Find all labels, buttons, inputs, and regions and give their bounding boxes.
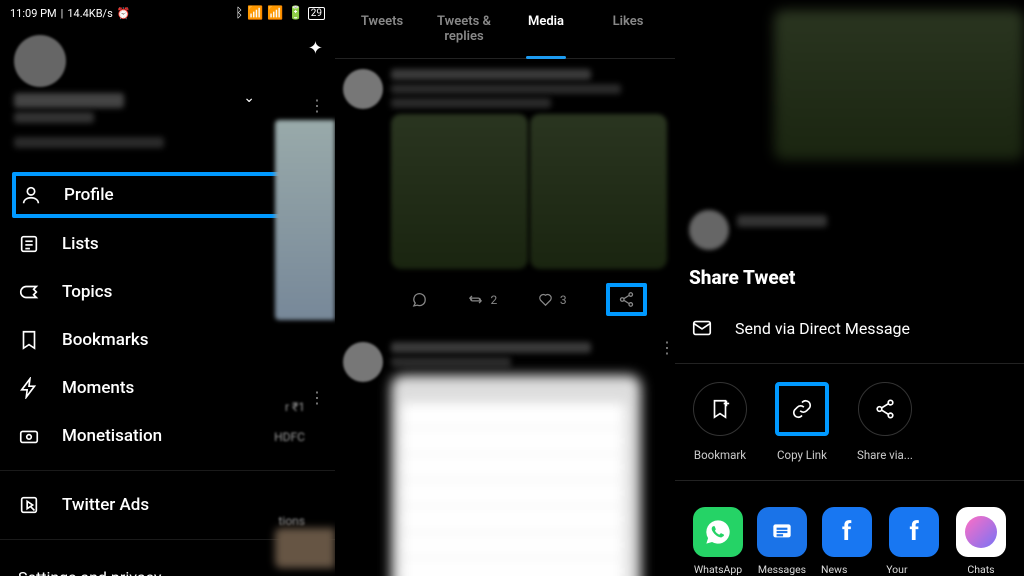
wifi-icon: 📶 xyxy=(267,6,283,21)
bg-tions: tions xyxy=(278,514,305,528)
tweet-avatar[interactable] xyxy=(343,69,383,109)
bookmark-button[interactable]: Bookmark xyxy=(693,382,747,462)
background-image xyxy=(275,120,335,320)
sparkle-icon[interactable]: ✦ xyxy=(308,38,323,59)
menu-label: Topics xyxy=(62,282,112,302)
avatar[interactable] xyxy=(14,35,66,87)
share-button[interactable] xyxy=(606,283,647,316)
signal-icon: 📶 xyxy=(247,6,263,21)
menu-label: Profile xyxy=(64,185,114,205)
menu-label: Lists xyxy=(62,234,99,254)
facebook-icon: f xyxy=(889,507,939,557)
mail-icon xyxy=(691,317,713,339)
follow-stats xyxy=(14,137,164,148)
ads-icon xyxy=(18,494,40,516)
dm-label: Send via Direct Message xyxy=(735,319,910,338)
monetisation-icon xyxy=(18,425,40,447)
status-time: 11:09 PM xyxy=(10,7,57,20)
reply-button[interactable] xyxy=(411,291,428,308)
opt-label: Copy Link xyxy=(777,448,827,462)
more-icon[interactable]: ⋮ xyxy=(659,338,675,357)
app-groups[interactable]: f Your groups xyxy=(886,507,942,576)
link-icon xyxy=(791,398,813,420)
share-icon xyxy=(874,398,896,420)
tweet-text xyxy=(391,84,621,94)
bg-name xyxy=(737,215,827,227)
divider xyxy=(0,470,335,471)
retweet-button[interactable]: 2 xyxy=(467,291,497,308)
app-label: News Feed xyxy=(821,563,872,576)
app-label: Messages xyxy=(758,563,806,576)
copy-link-button[interactable]: Copy Link xyxy=(775,382,829,462)
tab-media[interactable]: Media xyxy=(505,0,587,58)
opt-label: Share via... xyxy=(857,448,913,462)
like-count: 3 xyxy=(560,293,567,307)
whatsapp-icon xyxy=(693,507,743,557)
app-chats[interactable]: Chats xyxy=(956,507,1006,576)
send-dm-button[interactable]: Send via Direct Message xyxy=(689,307,1010,349)
app-newsfeed[interactable]: f News Feed xyxy=(821,507,872,576)
tab-tweets[interactable]: Tweets xyxy=(341,0,423,58)
tweet-media[interactable] xyxy=(391,375,641,576)
menu-label: Moments xyxy=(62,378,134,398)
bg-card xyxy=(275,528,335,568)
bookmarks-icon xyxy=(18,329,40,351)
tweet-text xyxy=(391,357,511,367)
tab-replies[interactable]: Tweets & replies xyxy=(423,0,505,58)
menu-label: Monetisation xyxy=(62,426,162,446)
more-icon[interactable]: ⋮ xyxy=(309,388,325,407)
opt-label: Bookmark xyxy=(694,448,746,462)
app-label: Chats xyxy=(967,563,994,576)
tweet-media[interactable] xyxy=(530,114,667,269)
tweet-header xyxy=(391,69,591,80)
display-name xyxy=(14,93,124,108)
app-label: WhatsApp xyxy=(694,563,742,576)
app-whatsapp[interactable]: WhatsApp xyxy=(693,507,743,576)
tweet[interactable]: ⋮ xyxy=(335,332,675,576)
topics-icon xyxy=(18,281,40,303)
chevron-down-icon[interactable]: ⌄ xyxy=(243,90,255,106)
tab-likes[interactable]: Likes xyxy=(587,0,669,58)
tweet-header xyxy=(391,342,591,353)
tweet-avatar[interactable] xyxy=(343,342,383,382)
divider xyxy=(675,480,1024,481)
bg-price: r ₹1 xyxy=(285,400,305,414)
more-icon[interactable]: ⋮ xyxy=(309,96,325,115)
like-button[interactable]: 3 xyxy=(537,291,567,308)
bluetooth-icon: ᛒ xyxy=(235,6,243,21)
bg-bank: HDFC xyxy=(274,430,305,444)
messages-icon xyxy=(757,507,807,557)
profile-tabs: Tweets Tweets & replies Media Likes xyxy=(335,0,675,59)
lists-icon xyxy=(18,233,40,255)
tweet-media[interactable] xyxy=(391,114,528,269)
bg-media xyxy=(774,10,1024,160)
battery-pct: 29 xyxy=(308,7,325,20)
bookmark-add-icon xyxy=(709,398,731,420)
profile-icon xyxy=(20,184,42,206)
messenger-icon xyxy=(956,507,1006,557)
tweet-text xyxy=(391,98,551,108)
menu-label: Twitter Ads xyxy=(62,495,149,515)
alarm-icon: ⏰ xyxy=(117,7,131,20)
handle xyxy=(14,112,94,123)
share-sheet: Share Tweet Send via Direct Message Book… xyxy=(675,250,1024,576)
share-via-button[interactable]: Share via... xyxy=(857,382,913,462)
battery-icon: 🔋 xyxy=(288,6,304,21)
app-messages[interactable]: Messages xyxy=(757,507,807,576)
share-title: Share Tweet xyxy=(689,266,1010,289)
facebook-icon: f xyxy=(822,507,872,557)
menu-bookmarks[interactable]: Bookmarks xyxy=(0,316,335,364)
divider xyxy=(675,363,1024,364)
moments-icon xyxy=(18,377,40,399)
menu-label: Bookmarks xyxy=(62,330,149,350)
status-net: 14.4KB/s xyxy=(67,7,112,20)
app-label: Your groups xyxy=(886,563,942,576)
bg-avatar xyxy=(689,210,729,250)
tweet[interactable]: 2 3 xyxy=(335,59,675,332)
status-bar: 11:09 PM | 14.4KB/s ⏰ ᛒ 📶 📶 🔋 29 xyxy=(0,0,335,27)
retweet-count: 2 xyxy=(490,293,497,307)
